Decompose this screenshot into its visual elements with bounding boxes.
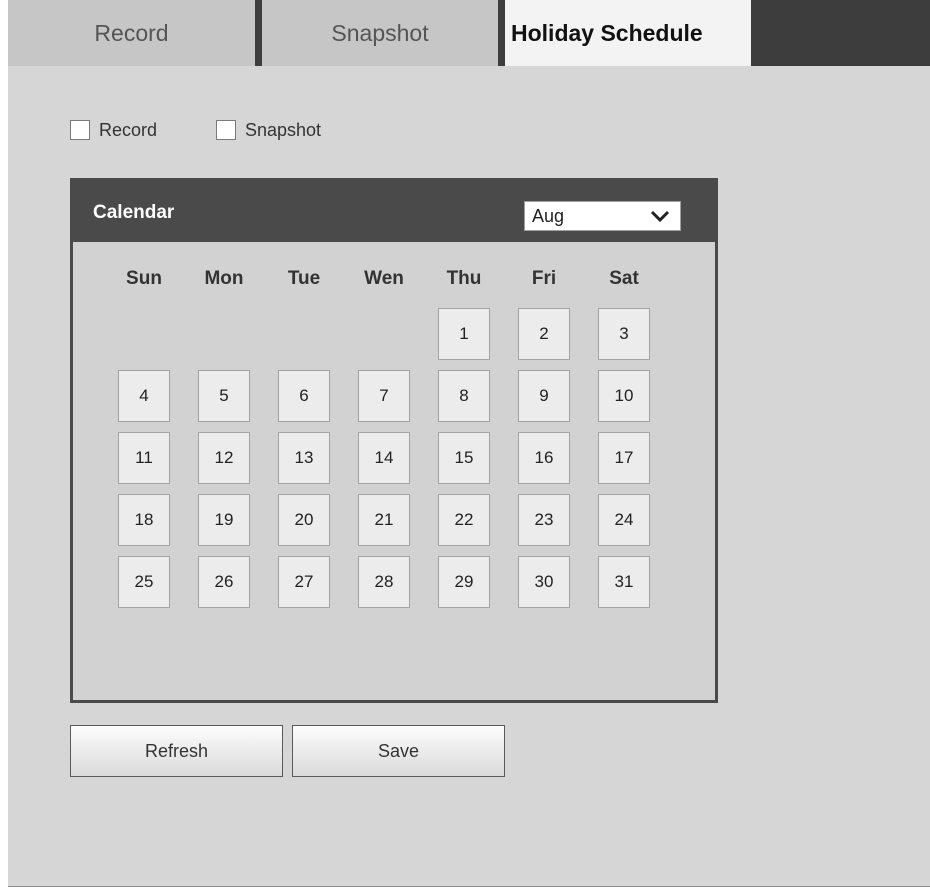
calendar-day-button[interactable]: 25 bbox=[118, 556, 170, 608]
calendar-day-button[interactable]: 11 bbox=[118, 432, 170, 484]
weekday-thu: Thu bbox=[446, 268, 482, 289]
snapshot-checkbox[interactable] bbox=[216, 120, 236, 140]
calendar-day-button[interactable]: 27 bbox=[278, 556, 330, 608]
calendar-day-button[interactable]: 26 bbox=[198, 556, 250, 608]
calendar-day-button[interactable]: 28 bbox=[358, 556, 410, 608]
calendar-day-button[interactable]: 18 bbox=[118, 494, 170, 546]
calendar-day-button[interactable]: 3 bbox=[598, 308, 650, 360]
calendar-day-button[interactable]: 21 bbox=[358, 494, 410, 546]
calendar-day-button[interactable]: 10 bbox=[598, 370, 650, 422]
calendar-title: Calendar bbox=[93, 202, 175, 223]
calendar-day-button[interactable]: 31 bbox=[598, 556, 650, 608]
calendar-header: Calendar Aug bbox=[73, 181, 715, 242]
record-checkbox-label: Record bbox=[99, 119, 158, 140]
weekday-tue: Tue bbox=[287, 268, 321, 289]
weekday-wed: Wen bbox=[364, 268, 404, 289]
weekday-sun: Sun bbox=[126, 268, 162, 289]
calendar-day-button[interactable]: 6 bbox=[278, 370, 330, 422]
calendar-day-button[interactable]: 2 bbox=[518, 308, 570, 360]
chevron-down-icon bbox=[650, 210, 670, 223]
calendar-day-button[interactable]: 22 bbox=[438, 494, 490, 546]
weekday-fri: Fri bbox=[531, 268, 557, 289]
record-checkbox[interactable] bbox=[70, 120, 90, 140]
save-button[interactable]: Save bbox=[292, 725, 505, 777]
calendar-day-button[interactable]: 9 bbox=[518, 370, 570, 422]
calendar-day-button[interactable]: 29 bbox=[438, 556, 490, 608]
calendar-day-button[interactable]: 5 bbox=[198, 370, 250, 422]
weekday-mon: Mon bbox=[204, 268, 244, 289]
weekday-sat: Sat bbox=[609, 268, 639, 289]
calendar-day-button[interactable]: 1 bbox=[438, 308, 490, 360]
calendar-day-button[interactable]: 13 bbox=[278, 432, 330, 484]
calendar-day-button[interactable]: 17 bbox=[598, 432, 650, 484]
calendar-day-button[interactable]: 14 bbox=[358, 432, 410, 484]
calendar-day-button[interactable]: 4 bbox=[118, 370, 170, 422]
tab-record[interactable]: Record bbox=[8, 0, 255, 66]
calendar-day-button[interactable]: 20 bbox=[278, 494, 330, 546]
tab-holiday-schedule[interactable]: Holiday Schedule bbox=[505, 0, 751, 66]
holiday-schedule-page: Record Snapshot Holiday Schedule Record … bbox=[8, 0, 930, 887]
calendar-day-button[interactable]: 19 bbox=[198, 494, 250, 546]
refresh-button[interactable]: Refresh bbox=[70, 725, 283, 777]
month-select-value: Aug bbox=[532, 206, 565, 226]
calendar-day-button[interactable]: 8 bbox=[438, 370, 490, 422]
calendar-day-button[interactable]: 30 bbox=[518, 556, 570, 608]
calendar-day-button[interactable]: 15 bbox=[438, 432, 490, 484]
tab-snapshot[interactable]: Snapshot bbox=[262, 0, 498, 66]
record-option: Record bbox=[70, 118, 157, 142]
snapshot-option: Snapshot bbox=[216, 118, 321, 142]
month-select[interactable]: Aug bbox=[524, 201, 681, 231]
calendar-day-button[interactable]: 23 bbox=[518, 494, 570, 546]
calendar-day-button[interactable]: 7 bbox=[358, 370, 410, 422]
calendar-day-button[interactable]: 12 bbox=[198, 432, 250, 484]
snapshot-checkbox-label: Snapshot bbox=[245, 119, 322, 140]
calendar-day-button[interactable]: 24 bbox=[598, 494, 650, 546]
tab-bar: Record Snapshot Holiday Schedule bbox=[8, 0, 930, 66]
calendar-day-button[interactable]: 16 bbox=[518, 432, 570, 484]
